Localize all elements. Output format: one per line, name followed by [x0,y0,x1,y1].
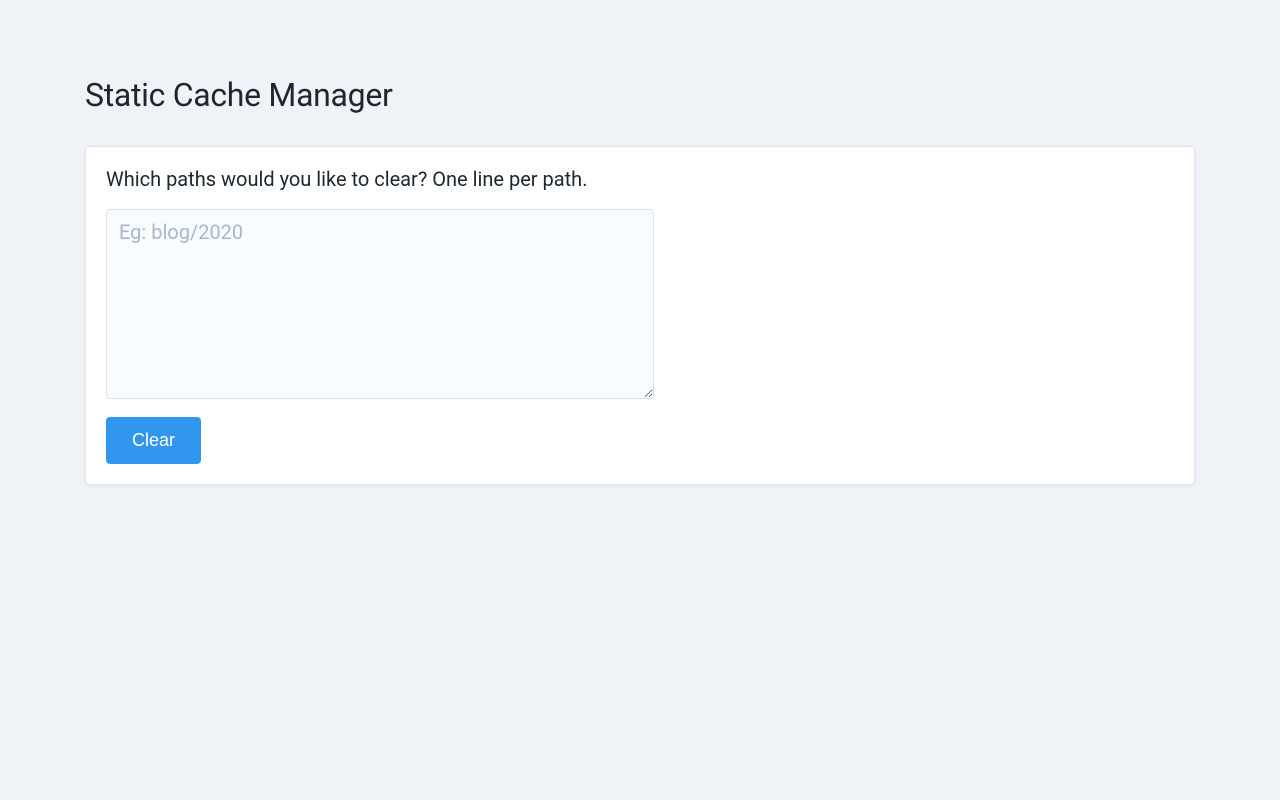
page-title: Static Cache Manager [85,76,1195,114]
clear-button[interactable]: Clear [106,417,201,464]
card-panel: Which paths would you like to clear? One… [85,146,1195,485]
main-container: Static Cache Manager Which paths would y… [70,0,1210,485]
paths-textarea[interactable] [106,209,654,399]
paths-label: Which paths would you like to clear? One… [106,167,1174,191]
